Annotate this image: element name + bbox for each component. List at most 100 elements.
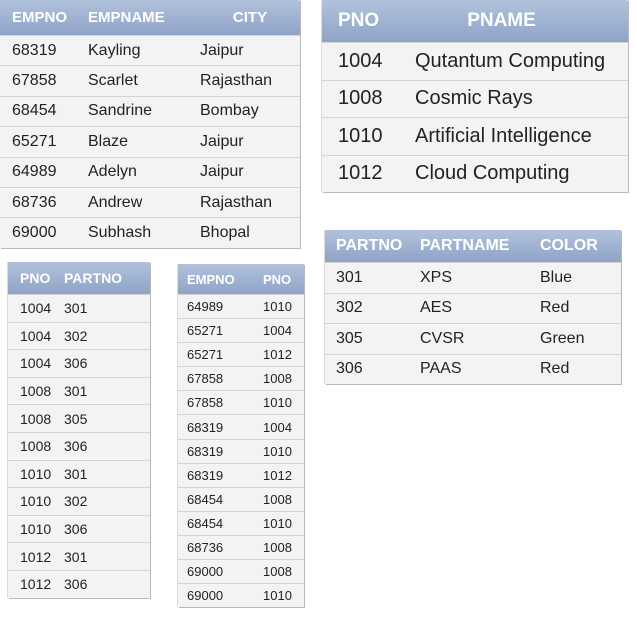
column-header-color: COLOR <box>540 230 621 263</box>
table-row: 67858 1010 <box>178 390 304 415</box>
header-row: PNO PNAME <box>322 0 628 43</box>
employee-table: EMPNO EMPNAME CITY 68319 Kayling Jaipur 67858… <box>0 0 300 248</box>
table-row: 1004 301 <box>8 294 150 323</box>
table-row: 68319 Kayling Jaipur <box>0 34 300 66</box>
cell-empno: 68736 <box>178 534 263 560</box>
table-row: 1010 301 <box>8 459 150 488</box>
cell-empname: Blaze <box>88 126 200 158</box>
cell-pno: 1008 <box>8 431 64 461</box>
cell-city: Rajasthan <box>200 65 300 97</box>
cell-city: Jaipur <box>200 126 300 158</box>
cell-city: Rajasthan <box>200 186 300 218</box>
table-row: 68454 1010 <box>178 510 304 536</box>
table-row: 1010 Artificial Intelligence <box>322 117 628 155</box>
cell-empname: Subhash <box>88 217 200 248</box>
table-row: 65271 1012 <box>178 342 304 367</box>
column-header-pno: PNO <box>322 0 415 43</box>
table-row: 68319 1010 <box>178 438 304 464</box>
table-row: 68454 1008 <box>178 486 304 512</box>
cell-empno: 67858 <box>0 65 88 97</box>
cell-color: Red <box>540 353 621 384</box>
table-row: 1012 301 <box>8 542 150 571</box>
cell-partno: 305 <box>325 323 420 354</box>
cell-pno: 1010 <box>322 117 415 155</box>
table-row: 301 XPS Blue <box>325 262 621 293</box>
table-row: 68736 Andrew Rajasthan <box>0 186 300 218</box>
cell-empname: Adelyn <box>88 156 200 188</box>
cell-pno: 1004 <box>8 349 64 378</box>
cell-partno: 306 <box>64 431 150 461</box>
table-row: 65271 Blaze Jaipur <box>0 126 300 158</box>
cell-pno: 1004 <box>322 42 415 80</box>
cell-empno: 65271 <box>178 342 263 367</box>
table-row: 67858 1008 <box>178 366 304 391</box>
column-header-pno: PNO <box>8 262 64 295</box>
cell-partno: 301 <box>64 459 150 488</box>
cell-partno: 306 <box>64 349 150 378</box>
cell-empno: 69000 <box>178 583 263 608</box>
table-row: 68454 Sandrine Bombay <box>0 95 300 127</box>
cell-pname: Qutantum Computing <box>415 42 628 80</box>
cell-city: Bombay <box>200 95 300 127</box>
cell-partno: 301 <box>64 376 150 405</box>
cell-partname: AES <box>420 292 540 324</box>
header-row: PARTNO PARTNAME COLOR <box>325 230 621 263</box>
column-header-partname: PARTNAME <box>420 230 540 263</box>
cell-empno: 68319 <box>0 34 88 66</box>
cell-pname: Artificial Intelligence <box>415 117 628 155</box>
cell-pno: 1004 <box>263 318 304 343</box>
cell-empno: 64989 <box>0 156 88 188</box>
cell-pno: 1010 <box>8 487 64 516</box>
cell-pno: 1012 <box>322 154 415 192</box>
cell-partno: 306 <box>325 353 420 384</box>
table-row: 306 PAAS Red <box>325 353 621 384</box>
cell-pno: 1008 <box>263 559 304 584</box>
cell-empno: 68319 <box>178 414 263 440</box>
cell-empno: 68319 <box>178 462 263 488</box>
table-row: 68319 1012 <box>178 462 304 488</box>
cell-pno: 1008 <box>8 404 64 433</box>
project-part-table: PNO PARTNO 1004 301 1004 302 1004 306 1008 301 10… <box>8 262 150 598</box>
cell-city: Bhopal <box>200 217 300 248</box>
column-header-empno: EMPNO <box>178 264 263 295</box>
cell-pno: 1010 <box>8 459 64 488</box>
table-row: 64989 Adelyn Jaipur <box>0 156 300 188</box>
cell-pno: 1008 <box>263 366 304 391</box>
cell-empno: 69000 <box>0 217 88 248</box>
cell-empno: 68736 <box>0 186 88 218</box>
cell-empno: 68454 <box>0 95 88 127</box>
cell-pno: 1010 <box>263 510 304 536</box>
header-row: EMPNO PNO <box>178 264 304 295</box>
table-row: 69000 1008 <box>178 559 304 584</box>
table-row: 64989 1010 <box>178 293 304 319</box>
cell-color: Green <box>540 323 621 354</box>
cell-pno: 1008 <box>322 79 415 118</box>
cell-pname: Cloud Computing <box>415 154 628 192</box>
cell-pno: 1008 <box>263 486 304 512</box>
cell-partname: CVSR <box>420 323 540 354</box>
cell-pno: 1004 <box>8 294 64 323</box>
table-row: 69000 Subhash Bhopal <box>0 217 300 248</box>
table-row: 1012 Cloud Computing <box>322 154 628 192</box>
table-row: 1008 Cosmic Rays <box>322 79 628 118</box>
table-row: 302 AES Red <box>325 292 621 324</box>
cell-pno: 1004 <box>8 321 64 350</box>
column-header-pname: PNAME <box>415 0 628 43</box>
cell-empname: Sandrine <box>88 95 200 127</box>
cell-partno: 301 <box>64 294 150 323</box>
table-row: 1008 301 <box>8 376 150 405</box>
employee-project-table: EMPNO PNO 64989 1010 65271 1004 65271 1012 6785… <box>178 264 304 608</box>
cell-empno: 67858 <box>178 390 263 415</box>
cell-pno: 1008 <box>263 534 304 560</box>
cell-pno: 1008 <box>8 376 64 405</box>
cell-partno: 306 <box>64 569 150 598</box>
cell-pno: 1004 <box>263 414 304 440</box>
table-row: 1004 302 <box>8 321 150 350</box>
table-row: 1010 302 <box>8 487 150 516</box>
table-row: 69000 1010 <box>178 583 304 608</box>
cell-pno: 1012 <box>263 342 304 367</box>
cell-city: Jaipur <box>200 156 300 188</box>
cell-empno: 68454 <box>178 486 263 512</box>
cell-partno: 302 <box>64 487 150 516</box>
cell-partno: 305 <box>64 404 150 433</box>
